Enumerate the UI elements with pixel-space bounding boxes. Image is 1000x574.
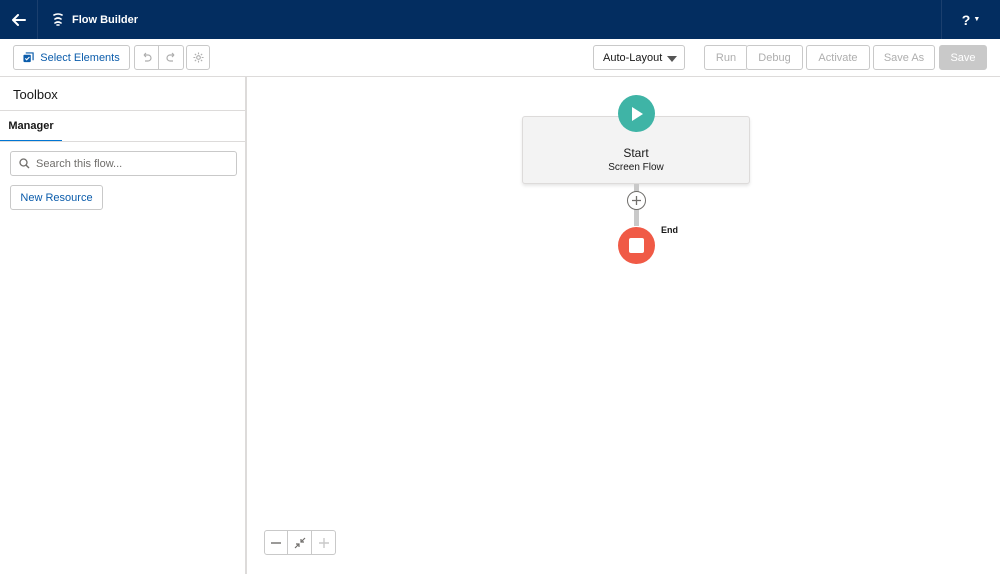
app-title-area: Flow Builder [38,12,138,28]
search-box [10,151,237,176]
back-button[interactable] [0,0,38,39]
app-title: Flow Builder [72,13,138,26]
layout-mode-value: Auto-Layout [603,51,663,64]
redo-button[interactable] [159,45,184,70]
divider [0,141,245,142]
search-icon [19,158,30,169]
header-bar: Flow Builder ? ▼ [0,0,1000,39]
settings-button[interactable] [186,45,210,70]
zoom-in-button[interactable] [312,530,336,555]
undo-redo-group [134,45,184,70]
start-title: Start [623,146,649,160]
redo-icon [165,52,174,62]
contract-icon [294,537,305,548]
end-node[interactable] [618,227,655,264]
stop-icon [629,238,644,253]
help-menu-button[interactable]: ? ▼ [941,0,1000,39]
plus-icon [632,196,641,205]
end-label: End [661,225,678,235]
tab-manager[interactable]: Manager [0,111,62,142]
gear-icon [192,52,204,63]
add-element-button[interactable] [627,191,646,210]
toolbox-title: Toolbox [13,87,58,102]
start-subtitle: Screen Flow [608,162,664,173]
flow-canvas[interactable]: Start Screen Flow End [247,77,1000,574]
play-icon [631,106,643,121]
search-input[interactable] [36,157,216,170]
run-button[interactable]: Run [704,45,748,70]
zoom-out-button[interactable] [264,530,288,555]
select-elements-label: Select Elements [40,51,120,64]
save-button[interactable]: Save [939,45,987,70]
help-icon: ? [961,11,971,28]
toolbar: Select Elements Auto-Layout Run Debug Ac… [0,39,1000,77]
debug-button[interactable]: Debug [746,45,803,70]
fit-to-view-button[interactable] [288,530,312,555]
select-elements-icon [23,52,34,63]
undo-icon [143,52,152,62]
undo-button[interactable] [134,45,159,70]
minus-icon [271,541,281,544]
new-resource-button[interactable]: New Resource [10,185,103,210]
plus-icon [318,537,329,548]
activate-button[interactable]: Activate [806,45,870,70]
chevron-down-icon [667,56,677,62]
toolbox-panel: Toolbox Manager New Resource [0,77,247,574]
zoom-controls [264,530,336,555]
layout-mode-dropdown[interactable]: Auto-Layout [593,45,685,70]
caret-down-icon: ▼ [973,16,981,23]
select-elements-button[interactable]: Select Elements [13,45,130,70]
start-node[interactable] [618,95,655,132]
arrow-left-icon [11,13,26,26]
save-as-button[interactable]: Save As [873,45,935,70]
flow-icon [50,12,66,28]
